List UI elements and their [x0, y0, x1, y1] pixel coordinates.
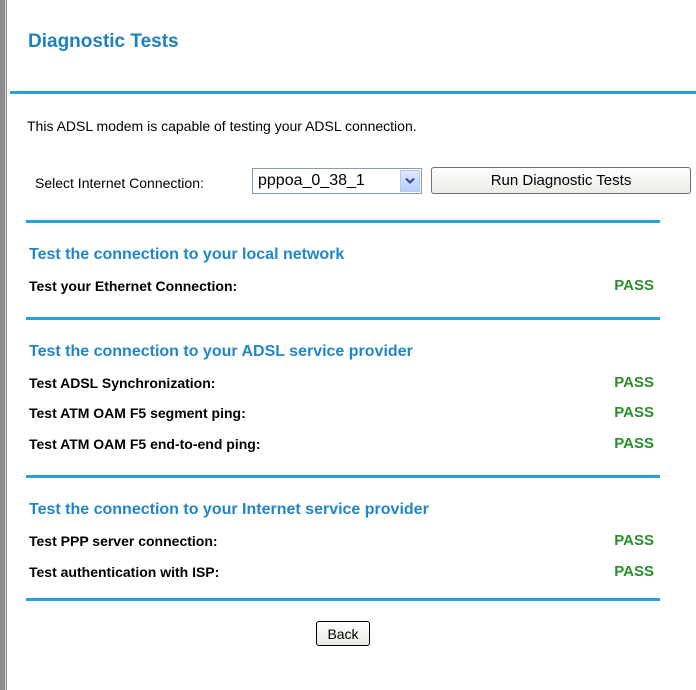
section-divider [26, 598, 660, 601]
test-result: PASS [614, 277, 654, 294]
test-row: Test ADSL Synchronization: PASS [29, 373, 654, 393]
intro-text: This ADSL modem is capable of testing yo… [27, 118, 417, 134]
chevron-down-icon-glyph [405, 177, 415, 185]
test-result: PASS [614, 563, 654, 580]
test-row: Test ATM OAM F5 segment ping: PASS [29, 403, 654, 423]
isp-heading: Test the connection to your Internet ser… [29, 501, 429, 518]
run-diagnostic-tests-button[interactable]: Run Diagnostic Tests [431, 167, 691, 194]
test-label: Test PPP server connection: [29, 533, 218, 549]
test-row: Test ATM OAM F5 end-to-end ping: PASS [29, 434, 654, 454]
test-result: PASS [614, 532, 654, 549]
test-row: Test authentication with ISP: PASS [29, 562, 654, 582]
test-label: Test ATM OAM F5 segment ping: [29, 405, 246, 421]
internet-connection-value: pppoa_0_38_1 [258, 172, 365, 189]
test-row: Test PPP server connection: PASS [29, 531, 654, 551]
adsl-provider-heading: Test the connection to your ADSL service… [29, 343, 413, 360]
section-divider [26, 475, 660, 478]
page-title: Diagnostic Tests [28, 31, 179, 52]
test-row: Test your Ethernet Connection: PASS [29, 276, 654, 296]
title-divider [10, 91, 696, 94]
test-label: Test authentication with ISP: [29, 564, 220, 580]
frame-border [0, 0, 7, 690]
test-label: Test ATM OAM F5 end-to-end ping: [29, 436, 261, 452]
section-divider [26, 220, 660, 223]
test-label: Test your Ethernet Connection: [29, 278, 238, 294]
back-button[interactable]: Back [316, 621, 370, 646]
test-result: PASS [614, 435, 654, 452]
test-result: PASS [614, 404, 654, 421]
local-network-heading: Test the connection to your local networ… [29, 246, 345, 263]
section-divider [26, 317, 660, 320]
internet-connection-select[interactable]: pppoa_0_38_1 [252, 168, 422, 194]
chevron-down-icon[interactable] [400, 170, 420, 192]
test-result: PASS [614, 374, 654, 391]
connection-select-label: Select Internet Connection: [35, 175, 204, 191]
test-label: Test ADSL Synchronization: [29, 375, 216, 391]
